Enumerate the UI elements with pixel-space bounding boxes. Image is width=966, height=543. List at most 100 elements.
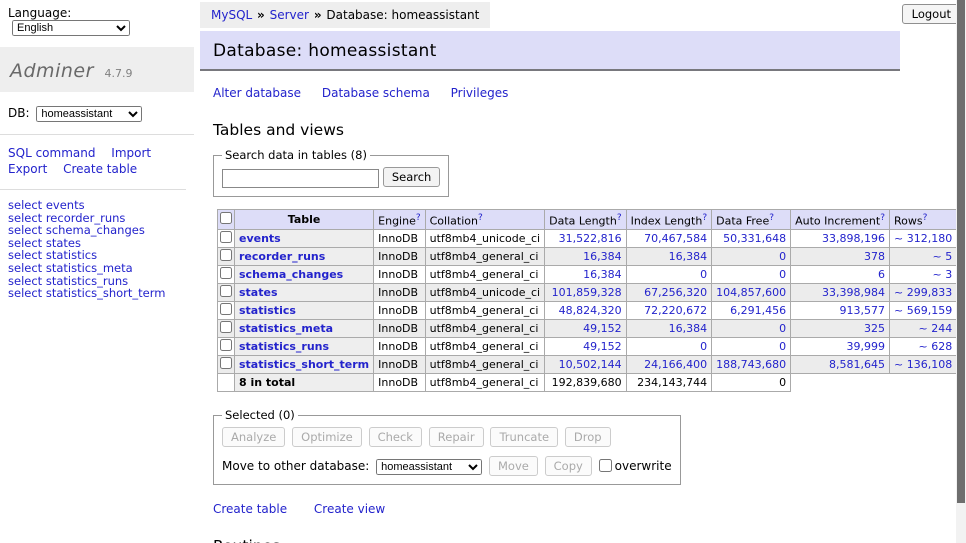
column-help-link[interactable]: ?	[617, 213, 622, 223]
index-length-link[interactable]: 70,467,584	[644, 232, 707, 245]
column-help-link[interactable]: ?	[880, 213, 885, 223]
sidebar-import-link[interactable]: Import	[111, 146, 151, 160]
data-length-link[interactable]: 16,384	[583, 250, 622, 263]
table-row: statistics_metaInnoDButf8mb4_general_ci4…	[218, 320, 966, 338]
index-length-link[interactable]: 72,220,672	[644, 304, 707, 317]
row-checkbox[interactable]	[220, 303, 232, 315]
data-free-link[interactable]: 6,291,456	[730, 304, 786, 317]
table-link[interactable]: statistics_short_term	[239, 358, 369, 371]
breadcrumb-mysql-link[interactable]: MySQL	[211, 8, 252, 22]
table-link[interactable]: schema_changes	[239, 268, 343, 281]
auto-increment-link[interactable]: 33,898,196	[822, 232, 885, 245]
sidebar-export-link[interactable]: Export	[8, 162, 47, 176]
sidebar-create-table-link[interactable]: Create table	[63, 162, 137, 176]
index-length-link[interactable]: 67,256,320	[644, 286, 707, 299]
data-free-link[interactable]: 50,331,648	[723, 232, 786, 245]
index-length-link[interactable]: 24,166,400	[644, 358, 707, 371]
main-content: MySQL » Server » Database: homeassistant…	[200, 0, 955, 543]
table-link[interactable]: recorder_runs	[239, 250, 325, 263]
index-length-link[interactable]: 0	[700, 340, 707, 353]
data-free-link[interactable]: 188,743,680	[716, 358, 786, 371]
auto-increment-link[interactable]: 33,398,984	[822, 286, 885, 299]
select-all-checkbox[interactable]	[220, 212, 232, 224]
rows-link[interactable]: ~ 5	[932, 250, 952, 263]
table-link[interactable]: events	[239, 232, 281, 245]
data-length-link[interactable]: 16,384	[583, 268, 622, 281]
data-length-link[interactable]: 101,859,328	[552, 286, 622, 299]
row-checkbox[interactable]	[220, 267, 232, 279]
vertical-scrollbar[interactable]	[956, 0, 966, 543]
logout-button[interactable]: Logout	[902, 4, 961, 24]
sidebar-sql-command-link[interactable]: SQL command	[8, 146, 95, 160]
row-checkbox[interactable]	[220, 321, 232, 333]
search-input[interactable]	[222, 169, 379, 188]
auto-increment-link[interactable]: 913,577	[840, 304, 886, 317]
index-length-link[interactable]: 0	[700, 268, 707, 281]
auto-increment-link[interactable]: 6	[878, 268, 885, 281]
auto-increment-link[interactable]: 8,581,645	[829, 358, 885, 371]
auto-increment-link[interactable]: 325	[864, 322, 885, 335]
rows-link[interactable]: ~ 136,108	[894, 358, 952, 371]
column-help-link[interactable]: ?	[478, 213, 483, 223]
row-checkbox[interactable]	[220, 339, 232, 351]
data-length-link[interactable]: 31,522,816	[559, 232, 622, 245]
sidebar-item-select-events[interactable]: select events	[8, 199, 186, 212]
data-length-link[interactable]: 49,152	[583, 340, 622, 353]
language-select[interactable]: English	[12, 20, 130, 36]
row-checkbox[interactable]	[220, 357, 232, 369]
data-free-link[interactable]: 0	[779, 250, 786, 263]
alter-database-link[interactable]: Alter database	[213, 86, 301, 100]
data-length-cell: 48,824,320	[545, 302, 626, 320]
rows-link[interactable]: ~ 244	[918, 322, 952, 335]
column-help-link[interactable]: ?	[416, 213, 421, 223]
db-select[interactable]: homeassistant	[36, 106, 142, 122]
sidebar-item-select-statistics-short-term[interactable]: select statistics_short_term	[8, 287, 186, 300]
sidebar-item-select-schema-changes[interactable]: select schema_changes	[8, 224, 186, 237]
column-header-engine: Engine?	[374, 209, 425, 230]
auto-increment-link[interactable]: 378	[864, 250, 885, 263]
data-free-link[interactable]: 0	[779, 268, 786, 281]
privileges-link[interactable]: Privileges	[451, 86, 509, 100]
table-link[interactable]: statistics_runs	[239, 340, 329, 353]
row-checkbox[interactable]	[220, 285, 232, 297]
move-database-select[interactable]: homeassistant	[376, 459, 482, 475]
table-header-row: Table Engine? Collation? Data Length? In…	[218, 209, 966, 230]
rows-link[interactable]: ~ 299,833	[894, 286, 952, 299]
data-free-link[interactable]: 0	[779, 340, 786, 353]
search-button[interactable]: Search	[383, 167, 441, 187]
table-row: statesInnoDButf8mb4_unicode_ci101,859,32…	[218, 284, 966, 302]
data-length-link[interactable]: 49,152	[583, 322, 622, 335]
scrollbar-thumb[interactable]	[957, 0, 965, 503]
column-help-link[interactable]: ?	[702, 213, 707, 223]
breadcrumb-server-link[interactable]: Server	[270, 8, 309, 22]
index-length-link[interactable]: 16,384	[669, 250, 708, 263]
create-view-link[interactable]: Create view	[314, 502, 385, 516]
overwrite-checkbox[interactable]	[599, 459, 612, 472]
table-link[interactable]: statistics	[239, 304, 296, 317]
create-table-link[interactable]: Create table	[213, 502, 287, 516]
data-length-link[interactable]: 10,502,144	[559, 358, 622, 371]
repair-button: Repair	[429, 427, 484, 447]
row-checkbox[interactable]	[220, 231, 232, 243]
rows-link[interactable]: ~ 628	[918, 340, 952, 353]
data-free-link[interactable]: 104,857,600	[716, 286, 786, 299]
row-checkbox[interactable]	[220, 249, 232, 261]
auto-increment-link[interactable]: 39,999	[847, 340, 886, 353]
sidebar-item-select-statistics-meta[interactable]: select statistics_meta	[8, 262, 186, 275]
selected-legend: Selected (0)	[222, 408, 298, 422]
sidebar-actions: SQL command Import Export Create table	[0, 135, 186, 190]
column-help-link[interactable]: ?	[769, 213, 774, 223]
table-name-cell: statistics	[235, 302, 374, 320]
rows-link[interactable]: ~ 312,180	[894, 232, 952, 245]
data-length-link[interactable]: 48,824,320	[559, 304, 622, 317]
table-link[interactable]: statistics_meta	[239, 322, 333, 335]
database-schema-link[interactable]: Database schema	[322, 86, 430, 100]
data-free-link[interactable]: 0	[779, 322, 786, 335]
table-link[interactable]: states	[239, 286, 278, 299]
column-help-link[interactable]: ?	[923, 213, 928, 223]
index-length-link[interactable]: 16,384	[669, 322, 708, 335]
rows-link[interactable]: ~ 569,159	[894, 304, 952, 317]
rows-link[interactable]: ~ 3	[932, 268, 952, 281]
index-length-cell: 16,384	[626, 320, 712, 338]
truncate-button: Truncate	[490, 427, 558, 447]
